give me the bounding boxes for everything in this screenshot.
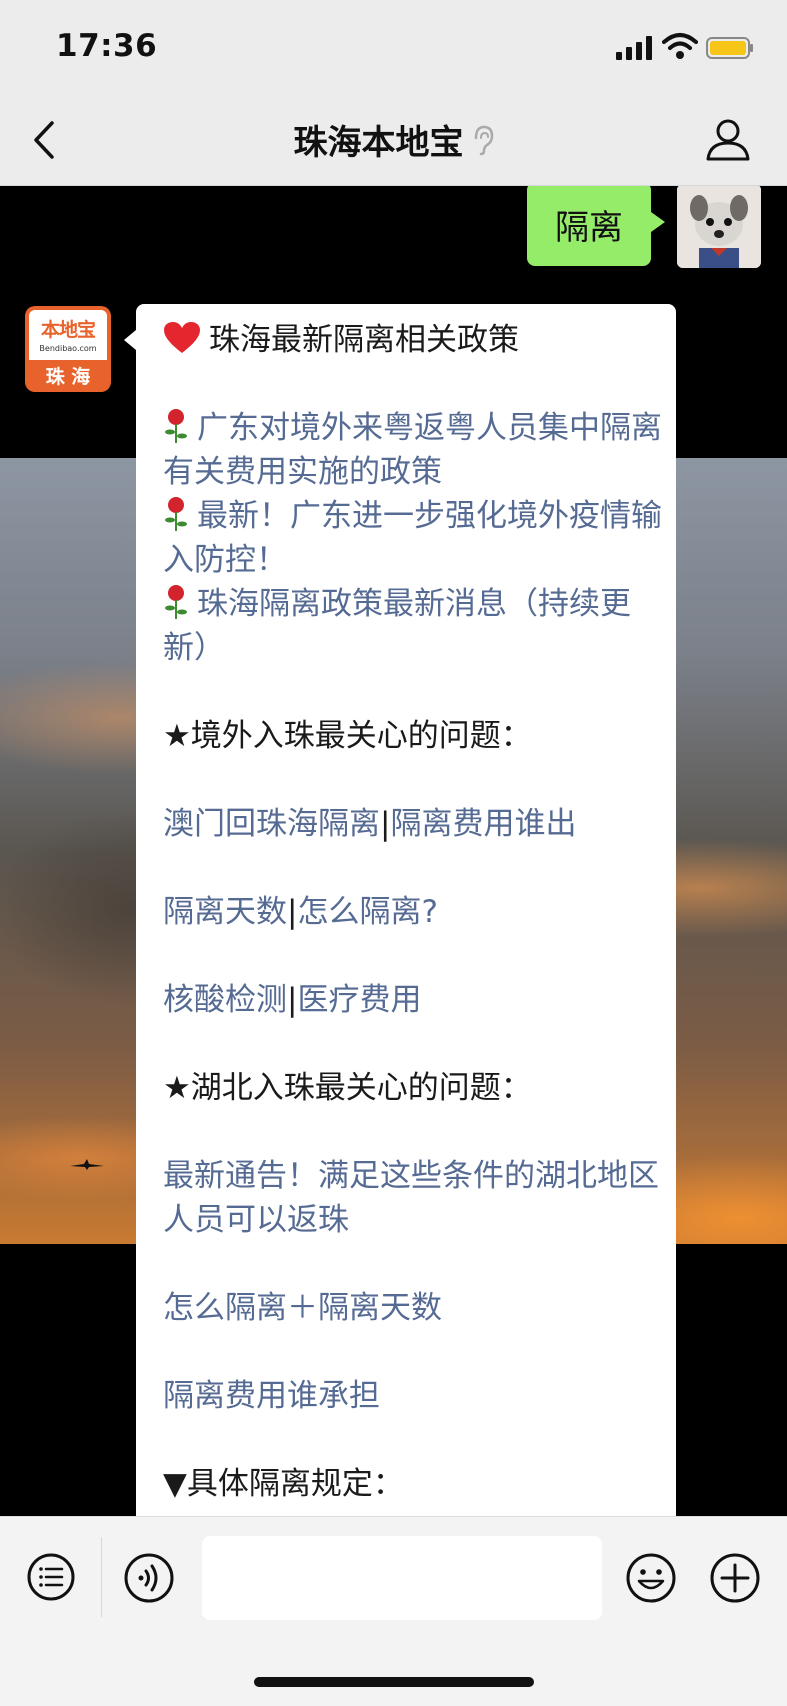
chat-title: 珠海本地宝 <box>0 115 787 164</box>
message-heading: 珠海最新隔离相关政策 <box>163 318 663 362</box>
link-row: 隔离天数|怎么隔离? <box>163 890 663 934</box>
bird-silhouette <box>70 1159 104 1170</box>
avatar-brand: 本地宝 <box>40 319 96 341</box>
link-how-quarantine[interactable]: 怎么隔离? <box>297 894 437 930</box>
status-bar: 17:36 <box>0 0 787 95</box>
link-macau-quarantine[interactable]: 澳门回珠海隔离 <box>163 806 380 842</box>
bendibao-avatar[interactable]: 本地宝 Bendibao.com 珠 海 <box>25 306 111 392</box>
section-title: ★境外入珠最关心的问题： <box>163 718 532 754</box>
rose-icon <box>165 585 187 619</box>
rose-icon <box>165 409 187 443</box>
link-quarantine-cost[interactable]: 隔离费用谁出 <box>390 806 576 842</box>
news-link[interactable]: 最新！广东进一步强化境外疫情输入防控！ <box>163 498 662 578</box>
rose-icon <box>165 497 187 531</box>
link-quarantine-days[interactable]: 隔离天数 <box>163 894 287 930</box>
plus-icon[interactable] <box>710 1553 760 1603</box>
my-avatar[interactable] <box>677 186 761 268</box>
avatar-logo: 本地宝 Bendibao.com <box>29 310 107 360</box>
news-item: 广东对境外来粤返粤人员集中隔离有关费用实施的政策 <box>163 406 663 494</box>
news-item: 珠海隔离政策最新消息（持续更新） <box>163 582 663 670</box>
my-message-text: 隔离 <box>555 207 623 248</box>
separator: | <box>287 894 298 930</box>
ear-icon <box>474 125 493 155</box>
link-medical-cost[interactable]: 医疗费用 <box>297 982 421 1018</box>
my-message-bubble[interactable]: 隔离 <box>527 186 665 266</box>
page-title: 珠海本地宝 <box>293 123 464 163</box>
link-row: 核酸检测|医疗费用 <box>163 978 663 1022</box>
user-icon[interactable] <box>704 115 752 163</box>
toolbar-divider <box>101 1537 102 1617</box>
link-nucleic-test[interactable]: 核酸检测 <box>163 982 287 1018</box>
emoji-icon[interactable] <box>626 1553 676 1603</box>
input-toolbar <box>0 1516 787 1706</box>
heading-text: 珠海最新隔离相关政策 <box>209 322 519 358</box>
status-time: 17:36 <box>56 28 158 64</box>
message-input[interactable] <box>202 1536 602 1620</box>
voice-icon[interactable] <box>124 1553 174 1603</box>
chat-area[interactable]: 隔离 本地宝 Bendibao.com 珠 海 珠海最新隔离相关政策 广东对境外… <box>0 186 787 1516</box>
separator: | <box>287 982 298 1018</box>
section-title: ▼具体隔离规定： <box>163 1466 404 1502</box>
news-item: 最新！广东进一步强化境外疫情输入防控！ <box>163 494 663 582</box>
separator: | <box>380 806 391 842</box>
wifi-icon <box>662 33 698 59</box>
bot-message-bubble: 珠海最新隔离相关政策 广东对境外来粤返粤人员集中隔离有关费用实施的政策 最新！广… <box>124 304 676 1516</box>
dog-avatar-image <box>677 186 761 268</box>
avatar-url: Bendibao.com <box>39 344 97 353</box>
signal-icon <box>616 36 652 60</box>
link-hubei-cost[interactable]: 隔离费用谁承担 <box>163 1374 663 1418</box>
battery-icon <box>706 37 753 59</box>
section-title: ★湖北入珠最关心的问题： <box>163 1070 532 1106</box>
list-icon[interactable] <box>26 1553 76 1603</box>
heart-icon <box>164 322 200 353</box>
link-hubei-notice[interactable]: 最新通告！满足这些条件的湖北地区人员可以返珠 <box>163 1154 663 1242</box>
link-hubei-how-quarantine[interactable]: 怎么隔离＋隔离天数 <box>163 1286 663 1330</box>
nav-bar: 珠海本地宝 <box>0 95 787 186</box>
news-link[interactable]: 珠海隔离政策最新消息（持续更新） <box>163 586 631 666</box>
link-row: 澳门回珠海隔离|隔离费用谁出 <box>163 802 663 846</box>
avatar-city: 珠 海 <box>45 366 91 388</box>
home-indicator[interactable] <box>254 1677 534 1687</box>
news-link[interactable]: 广东对境外来粤返粤人员集中隔离有关费用实施的政策 <box>163 410 662 490</box>
bot-message-content: 珠海最新隔离相关政策 广东对境外来粤返粤人员集中隔离有关费用实施的政策 最新！广… <box>163 318 663 1506</box>
